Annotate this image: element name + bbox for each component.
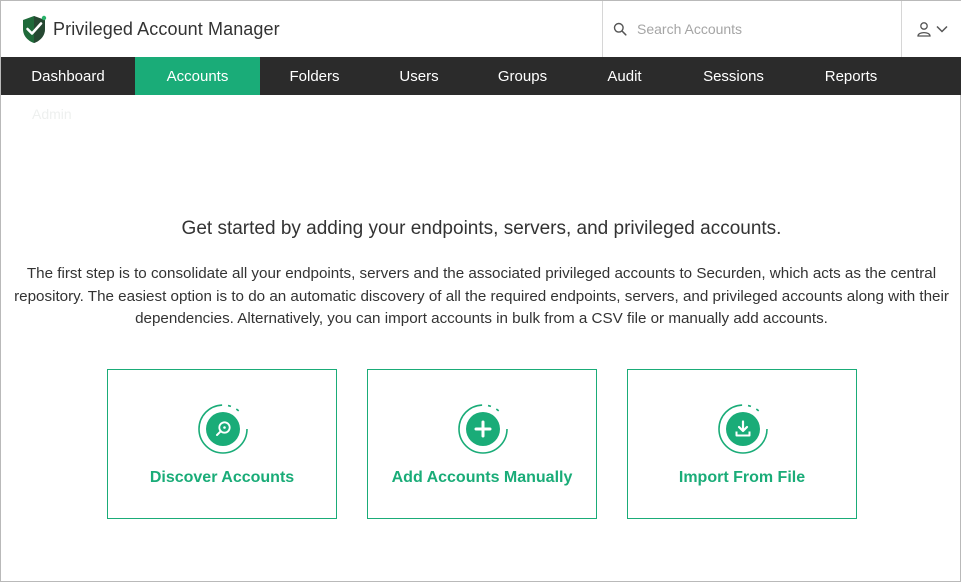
download-icon	[718, 404, 768, 454]
shield-check-icon	[23, 15, 47, 43]
chevron-down-icon	[935, 25, 948, 33]
app-window: Privileged Account Manager Dashboard Acc…	[0, 0, 961, 582]
top-header: Privileged Account Manager	[1, 1, 961, 57]
nav-item-reports[interactable]: Reports	[794, 57, 908, 95]
nav-item-sessions[interactable]: Sessions	[673, 57, 794, 95]
nav-item-dashboard[interactable]: Dashboard	[1, 57, 135, 95]
search-icon	[198, 404, 248, 454]
discover-accounts-label: Discover Accounts	[149, 469, 295, 486]
add-accounts-manually-card[interactable]: Add Accounts Manually	[367, 369, 597, 519]
import-from-file-card[interactable]: Import From File	[627, 369, 857, 519]
discover-accounts-card[interactable]: Discover Accounts	[107, 369, 337, 519]
user-icon	[916, 22, 931, 37]
magnifier-icon	[613, 22, 627, 36]
page-heading: Get started by adding your endpoints, se…	[181, 218, 782, 239]
plus-icon	[458, 404, 508, 454]
nav-item-accounts[interactable]: Accounts	[135, 57, 260, 95]
nav-item-folders[interactable]: Folders	[260, 57, 369, 95]
nav-item-users[interactable]: Users	[369, 57, 469, 95]
nav-item-audit[interactable]: Audit	[576, 57, 673, 95]
search-box[interactable]	[602, 1, 902, 57]
page-description: The first step is to consolidate all you…	[14, 265, 949, 327]
brand[interactable]: Privileged Account Manager	[19, 13, 280, 45]
nav-item-admin[interactable]: Admin	[32, 106, 72, 122]
import-from-file-label: Import From File	[678, 469, 806, 486]
search-input[interactable]	[637, 17, 887, 41]
app-title: Privileged Account Manager	[53, 18, 280, 39]
nav-item-groups[interactable]: Groups	[469, 57, 576, 95]
main-nav: Dashboard Accounts Folders Users Groups …	[1, 57, 961, 95]
add-accounts-manually-label: Add Accounts Manually	[391, 469, 573, 486]
user-menu[interactable]	[903, 1, 961, 57]
